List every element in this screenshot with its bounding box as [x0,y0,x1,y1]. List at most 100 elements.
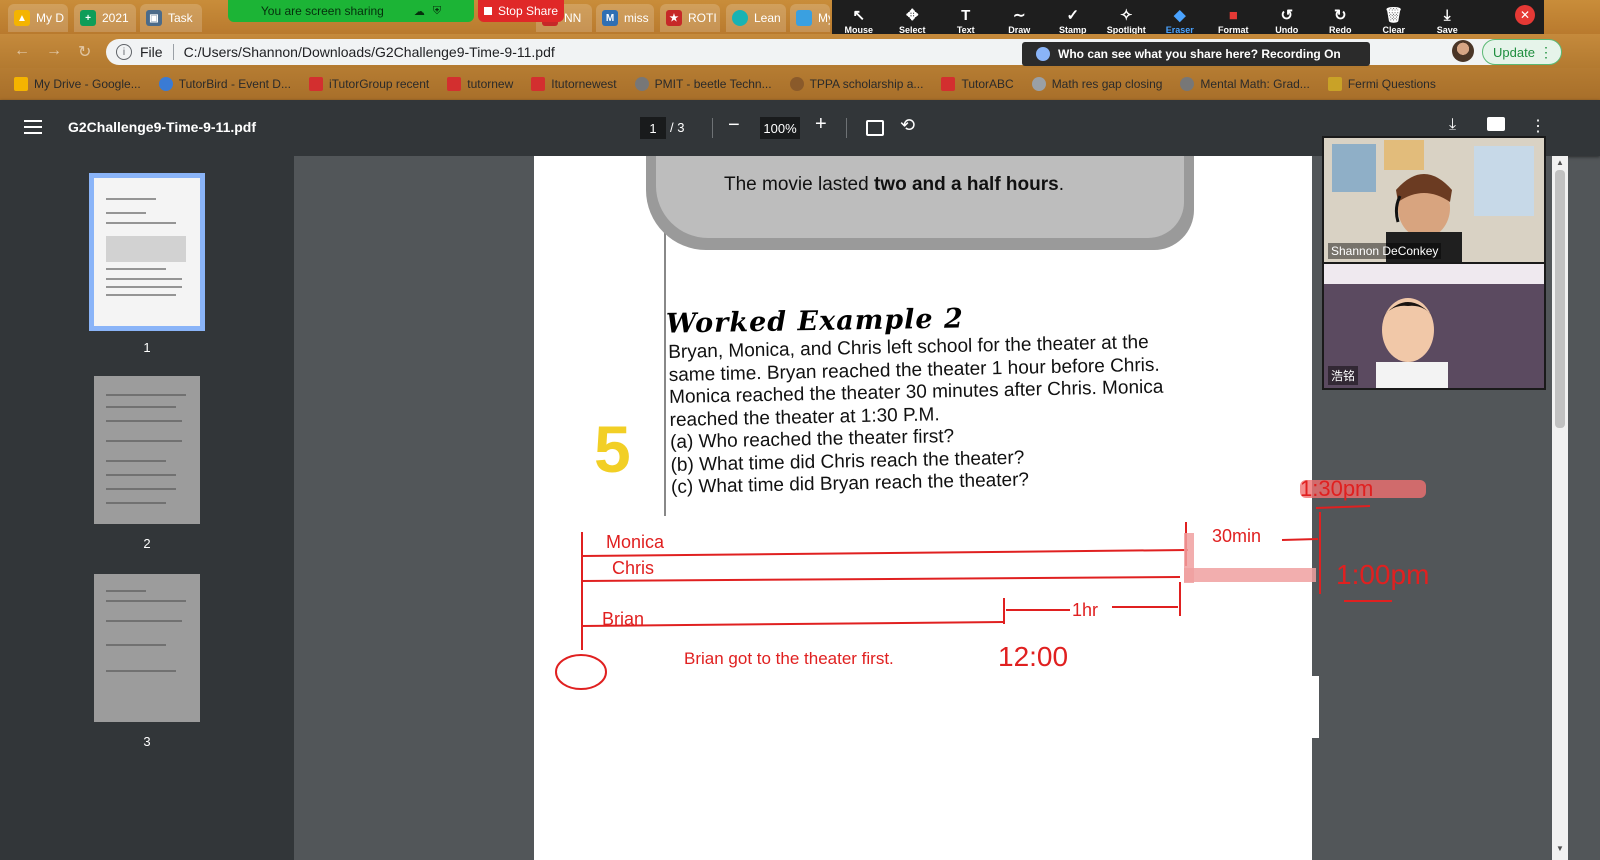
screen-sharing-banner[interactable]: You are screen sharing ☁ ⛨ [228,0,474,22]
draw-icon: ∼ [1012,7,1026,24]
profile-avatar[interactable] [1452,40,1474,62]
stop-icon [483,7,492,15]
color-swatch-icon: ■ [1228,7,1238,24]
fermi-icon [1327,77,1342,91]
drive-icon [14,77,28,91]
bookmark[interactable]: tutornew [447,77,513,91]
mouse-pointer-icon: ↖ [852,7,866,24]
lean-icon [732,10,748,26]
tab-favicon [796,10,812,26]
page-edge [1311,676,1319,738]
kebab-menu-icon: ⋮ [1539,44,1553,60]
globe-icon [634,77,649,91]
undo-icon: ↺ [1280,7,1294,24]
browser-tab[interactable]: My [790,4,830,32]
browser-tab[interactable]: M miss [596,4,654,32]
shield-icon: ⛨ [432,4,442,17]
person-icon [1036,47,1050,61]
scheme-label: File [140,44,163,60]
divider [712,118,713,138]
movie-duration-text: The movie lasted two and a half hours. [724,174,1064,195]
page-thumbnail-1[interactable] [89,173,205,331]
globe-icon [1180,77,1195,91]
bookmarks-bar: My Drive - Google... TutorBird - Event D… [0,68,1600,100]
bookmark[interactable]: My Drive - Google... [14,77,141,91]
move-icon: ✥ [905,7,919,24]
save-icon: ⤓ [1443,7,1451,24]
bookmark[interactable]: Mental Math: Grad... [1180,77,1310,91]
divider [172,44,174,60]
pdf-title: G2Challenge9-Time-9-11.pdf [68,119,257,135]
stop-share-button[interactable]: Stop Share [478,0,564,22]
close-toolbar-icon[interactable]: ✕ [1515,5,1535,25]
back-icon[interactable]: ← [14,42,30,60]
browser-tab[interactable]: + 2021 [74,4,136,32]
thumbnail-label: 1 [143,340,151,355]
browser-tab[interactable]: ★ ROTI [660,4,720,32]
rotate-icon[interactable]: ⟲ [900,115,915,136]
sheets-icon: + [80,10,96,26]
forward-icon[interactable]: → [46,42,62,60]
drive-icon: ▲ [14,10,30,26]
page-total: / 3 [670,120,685,135]
page-thumbnail-3[interactable] [94,574,200,722]
task-icon: ▣ [146,10,162,26]
video-panel: Shannon DeConkey 浩铭 [1322,136,1546,390]
bookmark[interactable]: TutorBird - Event D... [158,77,291,91]
print-icon[interactable] [1487,117,1505,131]
star-icon: ★ [666,10,682,26]
zoom-in-icon[interactable]: + [815,113,827,136]
scroll-up-icon[interactable]: ▲ [1556,158,1564,167]
participant-name: 浩铭 [1328,366,1359,385]
bookmark[interactable]: PMIT - beetle Techn... [634,77,772,91]
divider [846,118,847,138]
tutorbird-icon [158,77,173,91]
browser-tab[interactable]: ▣ Task [140,4,202,32]
browser-tab[interactable]: Lean [726,4,786,32]
merriam-webster-icon: M [602,10,618,26]
download-icon[interactable]: ⤓ [1449,116,1456,134]
cloud-callout [646,156,1194,250]
update-button[interactable]: Update ⋮ [1482,39,1562,65]
text-icon: T [961,7,971,24]
worked-example-heading: Worked Example 2 [665,303,965,340]
recording-notice[interactable]: Who can see what you share here? Recordi… [1022,42,1370,66]
itutor-icon [447,77,462,91]
vertical-scrollbar[interactable]: ▲ ▼ [1552,156,1568,860]
thumbnail-label: 3 [143,734,151,749]
page-number-input[interactable]: 1 [640,117,666,139]
tutorabc-icon [941,77,956,91]
zoom-out-icon[interactable]: − [728,114,740,137]
bookmark[interactable]: iTutorGroup recent [308,77,429,91]
itutor-icon [308,77,323,91]
participant-name: Shannon DeConkey [1328,243,1442,259]
pdf-page: The movie lasted two and a half hours. W… [534,156,1312,860]
video-tile-host[interactable]: Shannon DeConkey [1324,138,1544,262]
bookmark[interactable]: Fermi Questions [1327,77,1436,91]
page-thumbnail-2[interactable] [94,376,200,524]
url-text: C:/Users/Shannon/Downloads/G2Challenge9-… [183,44,555,60]
scroll-down-icon[interactable]: ▼ [1556,844,1564,853]
more-options-icon[interactable]: ⋮ [1530,116,1546,136]
menu-icon[interactable] [24,120,42,134]
cloud-icon: ☁ [413,5,425,18]
thumbnail-sidebar: 1 2 3 [0,156,294,860]
eraser-icon: ◆ [1173,7,1186,24]
itutor-icon [531,77,546,91]
redo-icon: ↻ [1333,7,1347,24]
bookmark[interactable]: TPPA scholarship a... [789,77,923,91]
fit-page-icon[interactable] [866,120,884,136]
reload-icon[interactable]: ↻ [78,42,91,62]
bookmark[interactable]: TutorABC [941,77,1014,91]
video-tile-student[interactable]: 浩铭 [1324,264,1544,388]
scroll-thumb[interactable] [1555,170,1565,428]
tppa-icon [789,77,804,91]
info-icon[interactable]: i [116,44,132,60]
bookmark[interactable]: Itutornewest [531,77,617,91]
trash-icon: 🗑 [1384,7,1404,24]
browser-tab[interactable]: ▲ My D [8,4,68,32]
bookmark[interactable]: Math res gap closing [1031,77,1162,91]
spotlight-icon: ✧ [1119,7,1133,24]
globe-icon [1031,77,1046,91]
zoom-input[interactable]: 100% [760,117,800,139]
